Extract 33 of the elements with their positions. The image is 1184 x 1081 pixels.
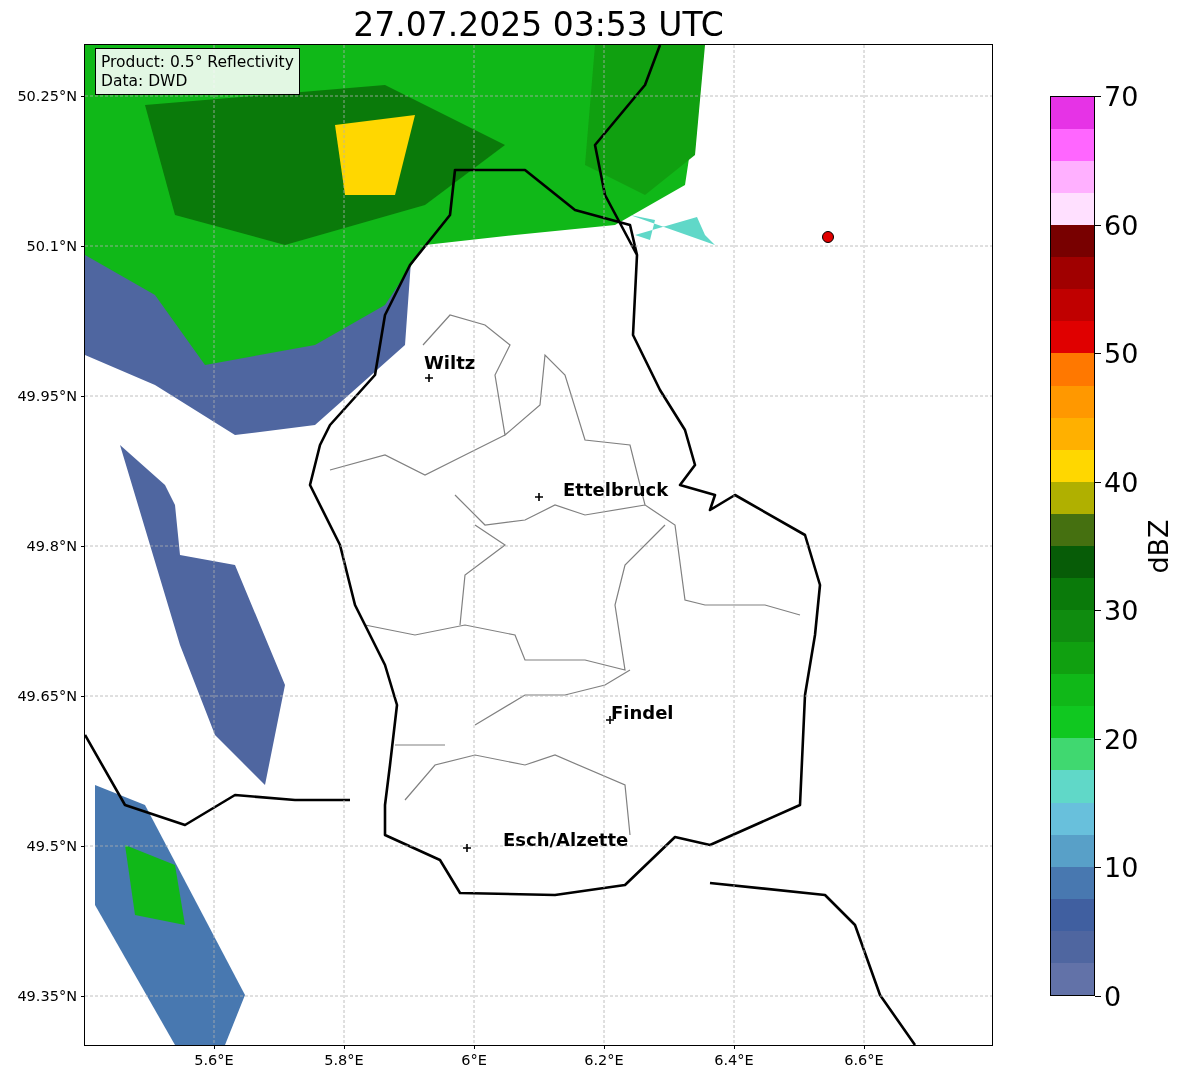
tick-label: 49.5°N: [26, 838, 77, 854]
city-label: Wiltz: [424, 354, 476, 372]
tick-label: 40: [1104, 468, 1139, 496]
tick-label: 6.6°E: [844, 1053, 884, 1068]
tick-label: 30: [1104, 596, 1139, 624]
city-marker-icon: [606, 716, 614, 724]
tick-label: 6.4°E: [714, 1053, 754, 1068]
tick-label: 60: [1104, 211, 1139, 239]
city-marker-icon: [535, 493, 543, 501]
axis-title: dBZ: [1144, 518, 1172, 574]
city-label: Esch/Alzette: [503, 831, 629, 849]
tick-label: 49.65°N: [17, 688, 77, 704]
info-text: Data: DWD: [101, 71, 189, 91]
tick-label: 49.8°N: [26, 538, 77, 554]
tick-label: 6.2°E: [584, 1053, 624, 1068]
tick-label: 0: [1104, 982, 1122, 1010]
tick-label: 6°E: [461, 1053, 487, 1068]
city-marker-icon: [463, 844, 471, 852]
city-label: Ettelbruck: [563, 481, 669, 499]
info-text: Product: 0.5° Reflectivity: [101, 53, 294, 72]
tick-label: 5.6°E: [194, 1053, 234, 1068]
chart-title: 27.07.2025 03:53 UTC: [352, 4, 725, 45]
city-marker-icon: [425, 374, 433, 382]
tick-label: 10: [1104, 853, 1139, 881]
tick-label: 20: [1104, 725, 1139, 753]
tick-label: 70: [1104, 82, 1139, 110]
city-label: Findel: [611, 704, 674, 722]
tick-label: 49.35°N: [17, 988, 77, 1004]
tick-label: 5.8°E: [324, 1053, 364, 1068]
tick-label: 50.1°N: [26, 238, 77, 254]
tick-label: 49.95°N: [17, 388, 77, 404]
tick-label: 50.25°N: [17, 88, 77, 104]
tick-label: 50: [1104, 339, 1139, 367]
